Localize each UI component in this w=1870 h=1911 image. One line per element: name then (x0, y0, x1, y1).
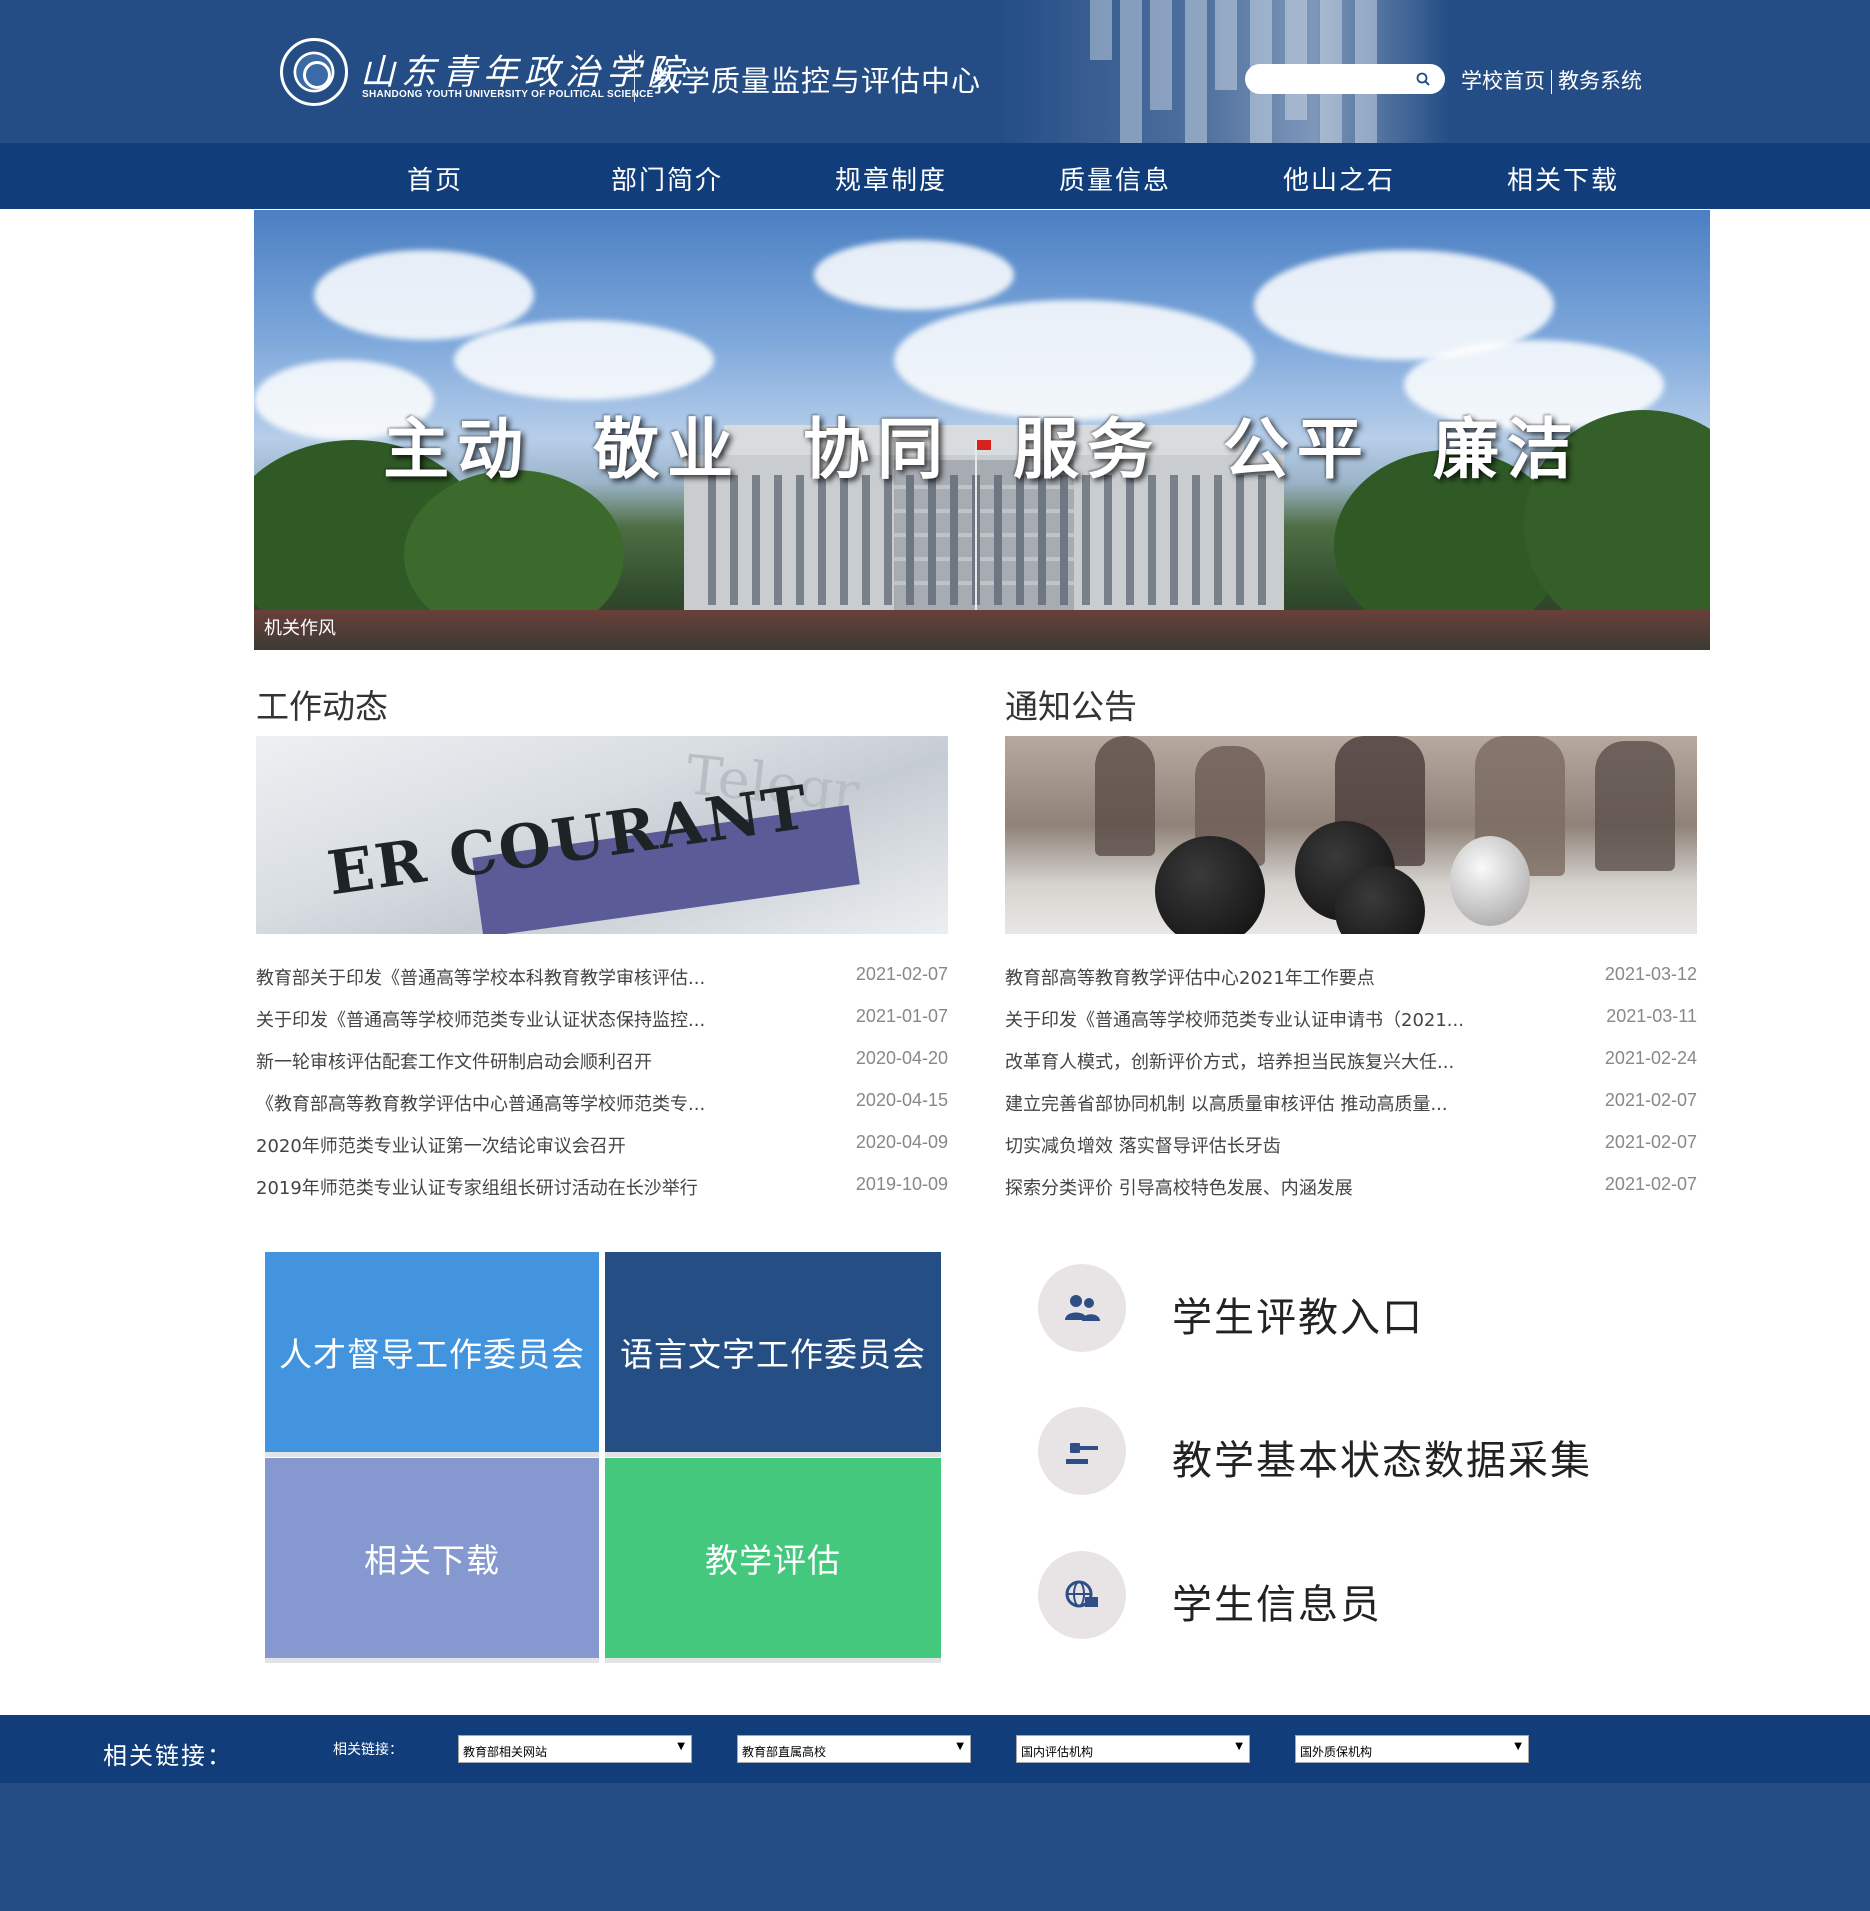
notice-item-title[interactable]: 教育部高等教育教学评估中心2021年工作要点 (1005, 964, 1525, 990)
school-home-link[interactable]: 学校首页 (1461, 65, 1545, 95)
select-ministry-sites-value: 教育部相关网站 (463, 1745, 548, 1759)
tile-teaching-evaluation[interactable]: 教学评估 (605, 1458, 941, 1658)
teaching-data-collection-label[interactable]: 教学基本状态数据采集 (1172, 1428, 1592, 1486)
list-item[interactable]: 教育部关于印发《普通高等学校本科教育教学审核评估... 2021-02-07 (256, 960, 948, 1002)
nav-home[interactable]: 首页 (407, 160, 463, 197)
nav-quality-info[interactable]: 质量信息 (1059, 160, 1171, 197)
main-navigation: 首页 部门简介 规章制度 质量信息 他山之石 相关下载 (0, 143, 1870, 209)
list-item[interactable]: 探索分类评价 引导高校特色发展、内涵发展 2021-02-07 (1005, 1170, 1697, 1212)
news-list: 教育部关于印发《普通高等学校本科教育教学审核评估... 2021-02-07 关于… (256, 960, 948, 1212)
news-item-date: 2020-04-15 (855, 1090, 948, 1110)
student-evaluation-entry-button[interactable] (1038, 1264, 1126, 1352)
nav-downloads[interactable]: 相关下载 (1507, 160, 1619, 197)
chevron-down-icon: ▼ (956, 1741, 964, 1752)
select-domestic-agencies[interactable]: 国内评估机构 ▼ (1016, 1735, 1250, 1763)
notice-item-title[interactable]: 关于印发《普通高等学校师范类专业认证申请书（2021... (1005, 1006, 1525, 1032)
nav-references[interactable]: 他山之石 (1283, 160, 1395, 197)
notice-section-title[interactable]: 通知公告 (1005, 680, 1137, 728)
news-item-date: 2019-10-09 (855, 1174, 948, 1194)
notice-list: 教育部高等教育教学评估中心2021年工作要点 2021-03-12 关于印发《普通… (1005, 960, 1697, 1212)
list-item[interactable]: 切实减负增效 落实督导评估长牙齿 2021-02-07 (1005, 1128, 1697, 1170)
select-ministry-universities-value: 教育部直属高校 (742, 1745, 827, 1759)
notice-item-date: 2021-02-07 (1604, 1174, 1697, 1194)
teaching-data-collection-button[interactable] (1038, 1407, 1126, 1495)
list-item[interactable]: 建立完善省部协同机制 以高质量审核评估 推动高质量... 2021-02-07 (1005, 1086, 1697, 1128)
student-informant-label[interactable]: 学生信息员 (1172, 1572, 1382, 1630)
logo-divider (634, 50, 635, 102)
search-input[interactable] (1259, 68, 1409, 90)
select-ministry-sites[interactable]: 教育部相关网站 ▼ (458, 1735, 692, 1763)
footer-bottom (0, 1783, 1870, 1911)
student-evaluation-entry-label[interactable]: 学生评教入口 (1172, 1285, 1424, 1343)
chevron-down-icon: ▼ (1235, 1741, 1243, 1752)
news-item-title[interactable]: 新一轮审核评估配套工作文件研制启动会顺利召开 (256, 1048, 776, 1074)
gavel-icon (1066, 1443, 1098, 1464)
notice-item-date: 2021-03-12 (1604, 964, 1697, 984)
news-item-title[interactable]: 教育部关于印发《普通高等学校本科教育教学审核评估... (256, 964, 776, 990)
notice-item-date: 2021-03-11 (1606, 1006, 1697, 1026)
list-item[interactable]: 教育部高等教育教学评估中心2021年工作要点 2021-03-12 (1005, 960, 1697, 1002)
notice-item-date: 2021-02-24 (1604, 1048, 1697, 1068)
notice-item-date: 2021-02-07 (1604, 1132, 1697, 1152)
list-item[interactable]: 改革育人模式，创新评价方式，培养担当民族复兴大任... 2021-02-24 (1005, 1044, 1697, 1086)
top-links-divider (1551, 70, 1552, 94)
news-item-title[interactable]: 2019年师范类专业认证专家组组长研讨活动在长沙举行 (256, 1174, 776, 1200)
nav-department[interactable]: 部门简介 (611, 160, 723, 197)
select-domestic-agencies-value: 国内评估机构 (1021, 1745, 1094, 1759)
academic-system-link[interactable]: 教务系统 (1558, 65, 1642, 95)
footer-links-bar: 相关链接： 相关链接： 教育部相关网站 ▼ 教育部直属高校 ▼ 国内评估机构 ▼… (0, 1715, 1870, 1783)
top-links: 学校首页 教务系统 (1461, 65, 1642, 95)
banner-caption: 机关作风 (264, 618, 336, 639)
list-item[interactable]: 关于印发《普通高等学校师范类专业认证状态保持监控... 2021-01-07 (256, 1002, 948, 1044)
banner-slogan: 主动 敬业 协同 服务 公平 廉洁 (383, 411, 1581, 488)
news-thumbnail[interactable]: Telegr ER COURANT (256, 736, 948, 934)
footer-related-links-label: 相关链接： (333, 1742, 403, 1758)
select-foreign-agencies[interactable]: 国外质保机构 ▼ (1295, 1735, 1529, 1763)
notice-item-title[interactable]: 探索分类评价 引导高校特色发展、内涵发展 (1005, 1174, 1525, 1200)
site-header: 山东青年政治学院 SHANDONG YOUTH UNIVERSITY OF PO… (0, 0, 1870, 143)
news-section-title[interactable]: 工作动态 (256, 680, 388, 728)
news-item-date: 2021-02-07 (855, 964, 948, 984)
search-icon[interactable] (1416, 72, 1430, 86)
site-title: 教学质量监控与评估中心 (651, 64, 982, 98)
nav-regulations[interactable]: 规章制度 (835, 160, 947, 197)
news-item-date: 2020-04-20 (855, 1048, 948, 1068)
tile-downloads[interactable]: 相关下载 (265, 1458, 599, 1658)
globe-icon (1065, 1580, 1098, 1608)
notice-item-title[interactable]: 切实减负增效 落实督导评估长牙齿 (1005, 1132, 1525, 1158)
list-item[interactable]: 2019年师范类专业认证专家组组长研讨活动在长沙举行 2019-10-09 (256, 1170, 948, 1212)
chevron-down-icon: ▼ (1514, 1741, 1522, 1752)
news-item-date: 2020-04-09 (855, 1132, 948, 1152)
search-box (1245, 64, 1445, 94)
tile-talent-supervision-committee[interactable]: 人才督导工作委员会 (265, 1252, 599, 1452)
footer-related-links-title: 相关链接： (103, 1742, 233, 1770)
notice-thumbnail[interactable] (1005, 736, 1697, 934)
select-foreign-agencies-value: 国外质保机构 (1300, 1745, 1373, 1759)
university-name-cn: 山东青年政治学院 (360, 53, 689, 93)
university-name-en: SHANDONG YOUTH UNIVERSITY OF POLITICAL S… (362, 89, 654, 100)
news-item-title[interactable]: 关于印发《普通高等学校师范类专业认证状态保持监控... (256, 1006, 776, 1032)
notice-item-title[interactable]: 建立完善省部协同机制 以高质量审核评估 推动高质量... (1005, 1090, 1525, 1116)
chevron-down-icon: ▼ (677, 1741, 685, 1752)
university-seal-logo[interactable] (280, 38, 348, 106)
hero-banner[interactable]: 主动 敬业 协同 服务 公平 廉洁 机关作风 (254, 210, 1710, 650)
news-item-date: 2021-01-07 (855, 1006, 948, 1026)
notice-item-title[interactable]: 改革育人模式，创新评价方式，培养担当民族复兴大任... (1005, 1048, 1525, 1074)
notice-item-date: 2021-02-07 (1604, 1090, 1697, 1110)
news-item-title[interactable]: 2020年师范类专业认证第一次结论审议会召开 (256, 1132, 776, 1158)
list-item[interactable]: 新一轮审核评估配套工作文件研制启动会顺利召开 2020-04-20 (256, 1044, 948, 1086)
users-icon (1065, 1295, 1100, 1321)
student-informant-button[interactable] (1038, 1551, 1126, 1639)
tile-language-committee[interactable]: 语言文字工作委员会 (605, 1252, 941, 1452)
list-item[interactable]: 《教育部高等教育教学评估中心普通高等学校师范类专... 2020-04-15 (256, 1086, 948, 1128)
list-item[interactable]: 2020年师范类专业认证第一次结论审议会召开 2020-04-09 (256, 1128, 948, 1170)
list-item[interactable]: 关于印发《普通高等学校师范类专业认证申请书（2021... 2021-03-11 (1005, 1002, 1697, 1044)
select-ministry-universities[interactable]: 教育部直属高校 ▼ (737, 1735, 971, 1763)
news-item-title[interactable]: 《教育部高等教育教学评估中心普通高等学校师范类专... (256, 1090, 776, 1116)
